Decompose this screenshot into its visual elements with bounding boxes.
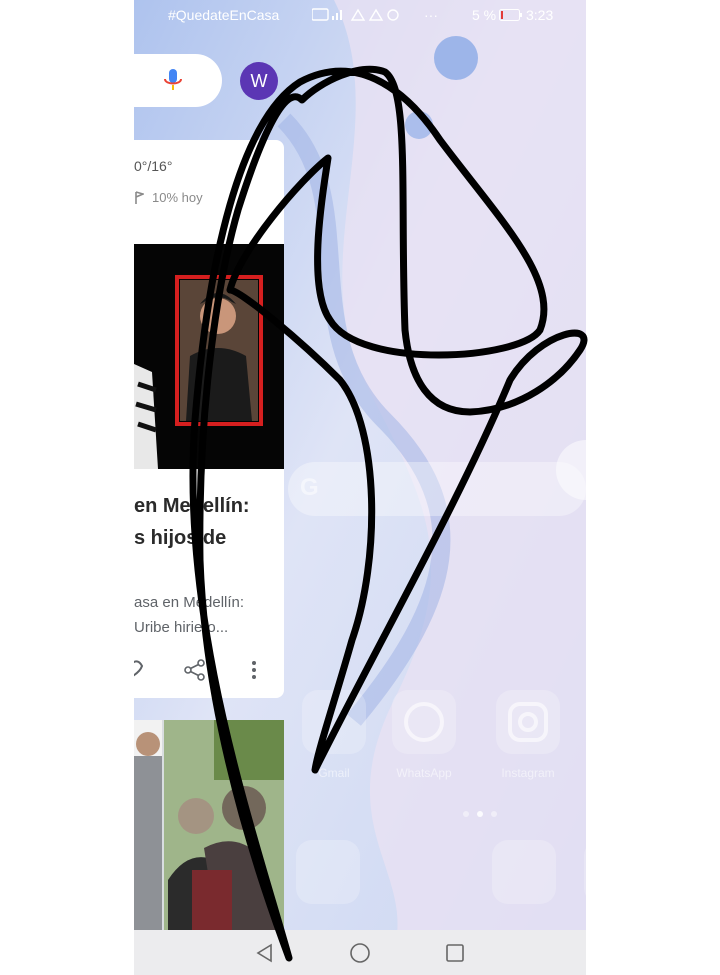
mic-icon[interactable] — [160, 67, 186, 93]
weather-card[interactable]: 0°/16° 10% hoy — [134, 140, 284, 220]
heart-icon[interactable] — [134, 660, 144, 678]
news-thumbnail — [134, 275, 263, 469]
whatsapp-app-icon[interactable] — [392, 690, 456, 754]
home-circle-icon — [350, 943, 370, 963]
search-bar[interactable] — [134, 54, 222, 107]
recents-button[interactable] — [438, 936, 472, 970]
home-screen: G Gmail WhatsApp Instagram — [284, 0, 586, 930]
gmail-app-icon[interactable] — [302, 690, 366, 754]
whatsapp-icon — [404, 702, 444, 742]
app-label-instagram: Instagram — [501, 766, 555, 780]
instagram-app-icon[interactable] — [496, 690, 560, 754]
avatar[interactable]: W — [240, 62, 278, 100]
google-search-widget[interactable]: G — [288, 462, 586, 516]
navigation-bar — [134, 930, 586, 975]
page-indicator — [463, 811, 497, 817]
weather-rain-chance: 10% hoy — [152, 190, 203, 205]
next-news-card[interactable] — [134, 720, 284, 948]
app-label-gmail: Gmail — [318, 766, 350, 780]
news-image — [134, 244, 284, 469]
more-options-icon[interactable] — [250, 660, 258, 680]
back-button[interactable] — [248, 936, 282, 970]
news-card[interactable]: en Medellín: s hijos de asa en Medellín:… — [134, 220, 284, 698]
google-g-icon: G — [300, 474, 319, 501]
share-icon[interactable] — [184, 659, 206, 681]
news-snippet: asa en Medellín: Uribe hiriero... — [134, 594, 245, 636]
recents-square-icon — [446, 944, 464, 962]
news-actions — [134, 652, 284, 686]
flag-icon — [135, 191, 144, 204]
next-news-image — [134, 720, 284, 948]
app-label-whatsapp: WhatsApp — [396, 766, 452, 780]
contacts-app-icon[interactable] — [492, 840, 556, 904]
news-headline: en Medellín: s hijos de — [134, 495, 250, 549]
phone-app-icon[interactable] — [296, 840, 360, 904]
google-feed-panel: W 0°/16° 10% hoy en Medellín: s hijos de… — [134, 0, 284, 948]
weather-temperature: 0°/16° — [134, 158, 173, 174]
home-button[interactable] — [343, 936, 377, 970]
messages-app-icon[interactable] — [584, 840, 586, 904]
instagram-icon — [508, 702, 548, 742]
back-triangle-icon — [256, 943, 272, 963]
phone-screen: #QuedateEnCasa ··· 5 % 3:23 G Gmail What… — [134, 0, 586, 975]
